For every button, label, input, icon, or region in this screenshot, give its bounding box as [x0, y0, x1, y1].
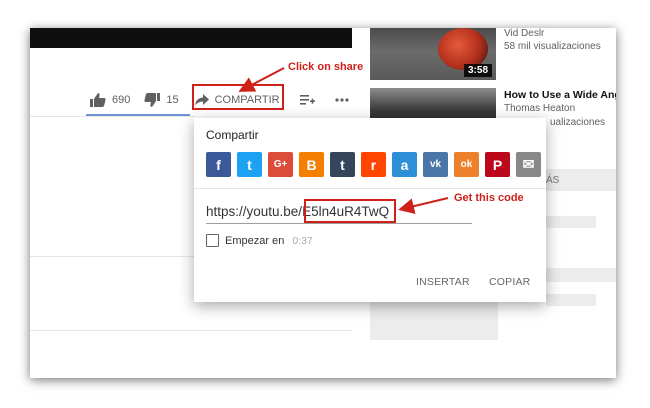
share-arrow [238, 67, 285, 92]
screenshot-stage: 690 15 COMPARTIR 3:58 Vid Deslr 58 mil v… [0, 0, 650, 408]
code-arrow [398, 197, 449, 214]
annotation-arrows [238, 67, 449, 214]
